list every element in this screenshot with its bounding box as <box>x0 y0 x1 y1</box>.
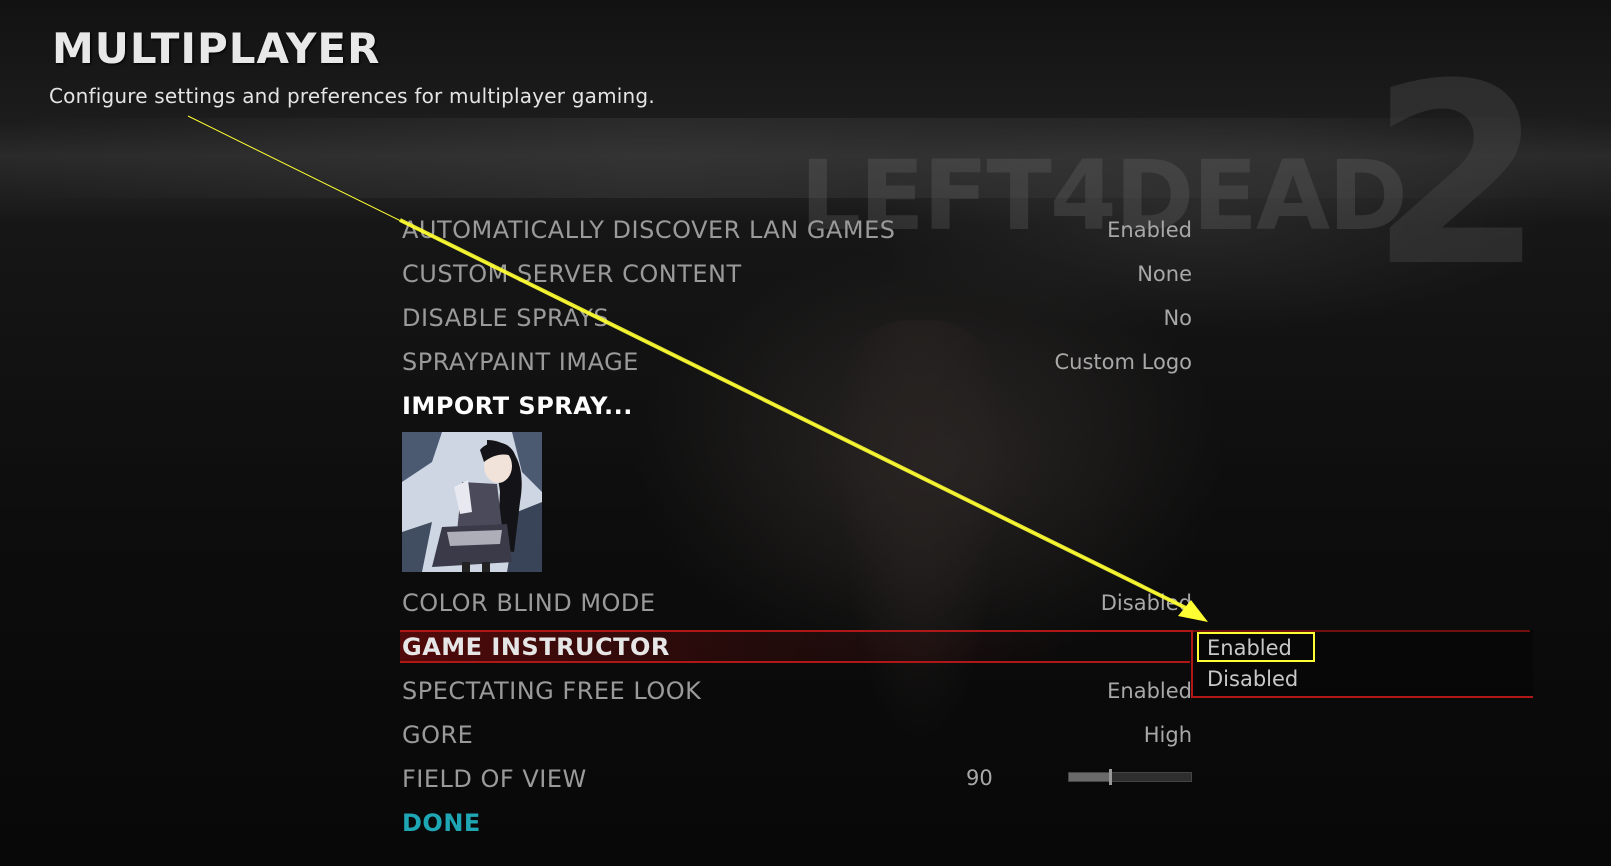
logo-number: 2 <box>1370 30 1544 321</box>
setting-row-custom-server-content[interactable]: CUSTOM SERVER CONTENT None <box>402 254 1192 294</box>
setting-value[interactable]: High <box>1144 723 1192 747</box>
done-button[interactable]: DONE <box>402 803 1192 843</box>
setting-label: SPRAYPAINT IMAGE <box>402 348 639 376</box>
setting-value[interactable]: Disabled <box>1101 591 1192 615</box>
setting-row-spectating-free-look[interactable]: SPECTATING FREE LOOK Enabled <box>402 671 1192 711</box>
import-spray-label: IMPORT SPRAY... <box>402 392 633 420</box>
setting-value[interactable]: Enabled <box>1107 679 1192 703</box>
setting-row-disable-sprays[interactable]: DISABLE SPRAYS No <box>402 298 1192 338</box>
setting-label: GORE <box>402 721 474 749</box>
fov-slider[interactable] <box>1068 769 1192 785</box>
setting-label: AUTOMATICALLY DISCOVER LAN GAMES <box>402 216 896 244</box>
fov-slider-fill <box>1069 773 1111 781</box>
page-subtitle: Configure settings and preferences for m… <box>49 84 655 108</box>
setting-label: FIELD OF VIEW <box>402 765 587 793</box>
annotation-highlight-box <box>1197 632 1315 662</box>
import-spray-button[interactable]: IMPORT SPRAY... <box>402 386 1192 426</box>
setting-label: SPECTATING FREE LOOK <box>402 677 702 705</box>
setting-value[interactable]: Enabled <box>1107 218 1192 242</box>
page-title: MULTIPLAYER <box>52 24 381 73</box>
setting-label: COLOR BLIND MODE <box>402 589 656 617</box>
setting-value[interactable]: Custom Logo <box>1055 350 1192 374</box>
setting-row-color-blind-mode[interactable]: COLOR BLIND MODE Disabled <box>402 583 1192 623</box>
fov-slider-handle[interactable] <box>1109 769 1113 785</box>
spray-preview-image <box>402 432 542 572</box>
setting-label: DISABLE SPRAYS <box>402 304 610 332</box>
setting-row-lan-discovery[interactable]: AUTOMATICALLY DISCOVER LAN GAMES Enabled <box>402 210 1192 250</box>
setting-label: GAME INSTRUCTOR <box>402 633 670 661</box>
setting-value[interactable]: No <box>1163 306 1192 330</box>
setting-row-gore[interactable]: GORE High <box>402 715 1192 755</box>
fov-value: 90 <box>966 766 993 790</box>
setting-row-game-instructor[interactable]: GAME INSTRUCTOR <box>402 627 1192 667</box>
setting-value[interactable]: None <box>1137 262 1192 286</box>
setting-row-spraypaint-image[interactable]: SPRAYPAINT IMAGE Custom Logo <box>402 342 1192 382</box>
setting-label: CUSTOM SERVER CONTENT <box>402 260 742 288</box>
dropdown-option-disabled[interactable]: Disabled <box>1207 667 1298 691</box>
done-label: DONE <box>402 809 481 837</box>
